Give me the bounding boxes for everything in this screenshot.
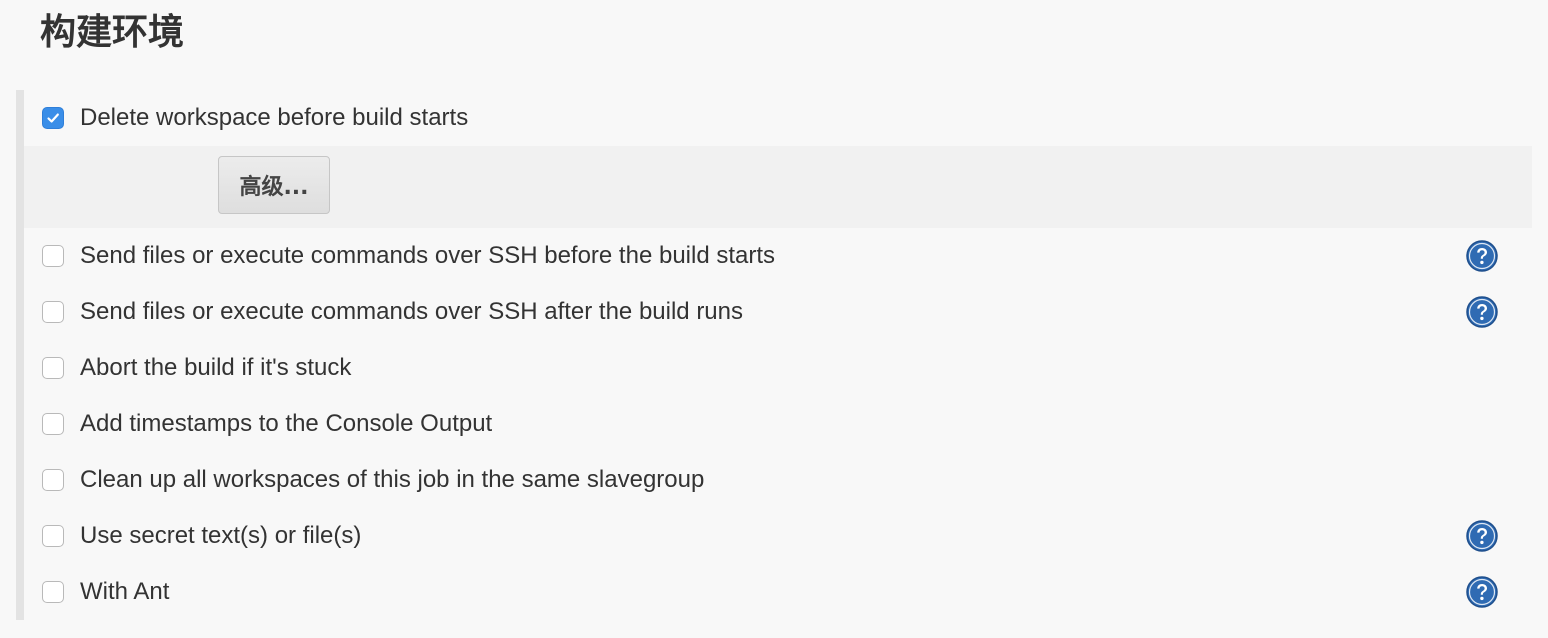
help-icon[interactable] [1466,296,1498,328]
build-environment-options: Delete workspace before build starts 高级.… [16,90,1532,620]
option-with-ant[interactable]: With Ant [24,564,1532,620]
help-icon[interactable] [1466,240,1498,272]
option-label[interactable]: Use secret text(s) or file(s) [80,522,361,550]
option-clean-up-workspaces[interactable]: Clean up all workspaces of this job in t… [24,452,1532,508]
section-title: 构建环境 [40,12,185,53]
option-label[interactable]: Clean up all workspaces of this job in t… [80,466,704,494]
option-abort-stuck-build[interactable]: Abort the build if it's stuck [24,340,1532,396]
ssh-before-build-checkbox[interactable] [42,245,64,267]
advanced-area: 高级... [24,146,1532,228]
help-icon[interactable] [1466,576,1498,608]
option-label[interactable]: Abort the build if it's stuck [80,354,351,382]
option-add-timestamps[interactable]: Add timestamps to the Console Output [24,396,1532,452]
add-timestamps-checkbox[interactable] [42,413,64,435]
build-environment-page: 构建环境 Delete workspace before build start… [0,0,1548,638]
with-ant-checkbox[interactable] [42,581,64,603]
option-use-secret-text[interactable]: Use secret text(s) or file(s) [24,508,1532,564]
option-label[interactable]: Send files or execute commands over SSH … [80,298,743,326]
check-icon [47,113,59,123]
option-label[interactable]: Send files or execute commands over SSH … [80,242,775,270]
option-delete-workspace[interactable]: Delete workspace before build starts [24,90,1532,146]
advanced-button[interactable]: 高级... [218,156,330,214]
delete-workspace-checkbox[interactable] [42,107,64,129]
option-label[interactable]: Add timestamps to the Console Output [80,410,492,438]
option-ssh-before-build[interactable]: Send files or execute commands over SSH … [24,228,1532,284]
use-secret-text-checkbox[interactable] [42,525,64,547]
clean-up-workspaces-checkbox[interactable] [42,469,64,491]
option-ssh-after-build[interactable]: Send files or execute commands over SSH … [24,284,1532,340]
ssh-after-build-checkbox[interactable] [42,301,64,323]
option-label[interactable]: With Ant [80,578,169,606]
help-icon[interactable] [1466,520,1498,552]
option-label[interactable]: Delete workspace before build starts [80,104,468,132]
abort-stuck-build-checkbox[interactable] [42,357,64,379]
